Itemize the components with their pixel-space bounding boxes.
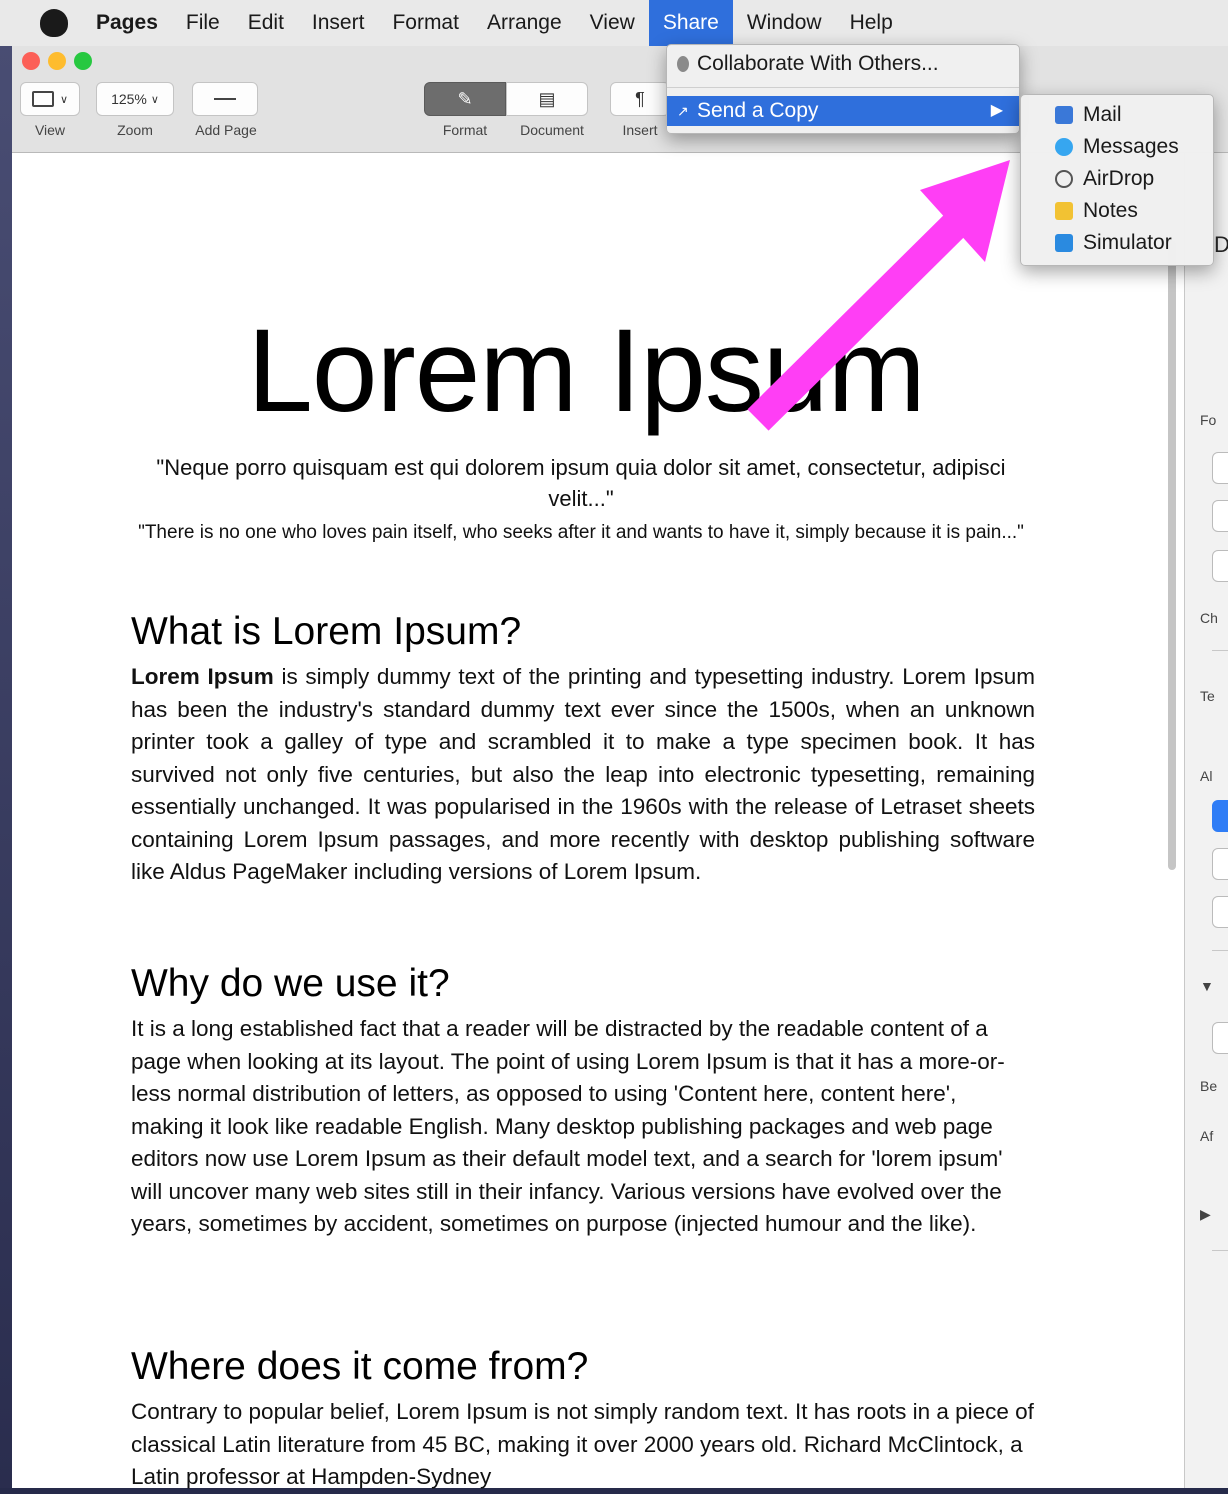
annotation-arrow [747, 160, 1010, 431]
